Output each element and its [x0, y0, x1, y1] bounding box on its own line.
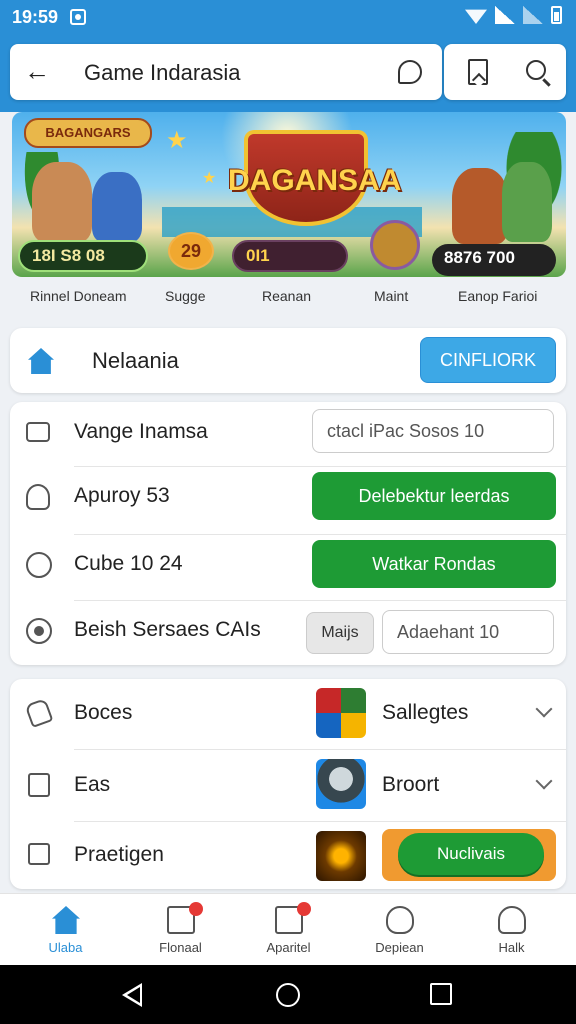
- list-item-label: Cube 10 24: [74, 552, 183, 575]
- list-item-link-button[interactable]: ctacl iPac Sosos 10: [312, 409, 554, 453]
- game-row[interactable]: Eas Broort: [10, 749, 566, 821]
- list-item-label: Vange Inamsa: [74, 420, 208, 443]
- banner-counter-center: 0I1: [232, 240, 348, 272]
- section-label: Nelaania: [92, 348, 179, 373]
- home-icon: [28, 348, 54, 374]
- game-title: Sallegtes: [382, 701, 469, 724]
- tag-icon: [24, 697, 54, 729]
- banner-caption: Eanop Farioi: [458, 288, 538, 304]
- character-right-2: [502, 162, 552, 242]
- list-item-label: Apuroy 53: [74, 484, 170, 507]
- status-time: 19:59: [12, 7, 59, 27]
- game-row[interactable]: Boces Sallegtes: [10, 679, 566, 749]
- signal-icon: [495, 6, 515, 24]
- clipboard-icon: [28, 773, 50, 797]
- notification-dot: [189, 902, 203, 916]
- list-item-green-button[interactable]: Delebektur leerdas: [312, 472, 556, 520]
- signal-secondary-icon: [523, 6, 543, 24]
- banner-title: DAGANSAA: [228, 164, 402, 197]
- clock-icon: [26, 552, 52, 578]
- list-item[interactable]: Cube 10 24 Watkar Rondas: [10, 534, 566, 598]
- game-title: Broort: [382, 773, 440, 796]
- wifi-icon: [465, 9, 487, 24]
- bag-icon: [28, 843, 50, 865]
- list-icon: [26, 422, 50, 442]
- game-row-label: Boces: [74, 701, 133, 724]
- list-item-label: Beish Sersaes CAIs: [74, 618, 261, 641]
- nav-item-profile[interactable]: Halk: [454, 894, 569, 966]
- banner-badge: 29: [168, 232, 214, 270]
- bookmark-icon[interactable]: [468, 59, 488, 85]
- promo-banner[interactable]: BAGANGARS ★ ★ DAGANSAA 18I S8 08 29 0I1 …: [12, 112, 566, 277]
- star-icon: ★: [166, 127, 188, 154]
- bottom-navigation: Ulaba Flonaal Aparitel Depiean Halk: [0, 893, 576, 965]
- section-card: Nelaania CINFLIORK: [10, 328, 566, 393]
- banner-caption: Sugge: [165, 288, 206, 304]
- options-card: Vange Inamsa ctacl iPac Sosos 10 Apuroy …: [10, 402, 566, 665]
- games-card: Boces Sallegtes Eas Broort Praetigen Nuc…: [10, 679, 566, 889]
- chevron-down-icon[interactable]: [535, 772, 553, 790]
- character-left-2: [92, 172, 142, 242]
- list-item[interactable]: Beish Sersaes CAIs Maijs Adaehant 10: [10, 600, 566, 664]
- nav-item-community[interactable]: Depiean: [342, 894, 457, 966]
- banner-caption: Reanan: [262, 288, 312, 304]
- list-item-chip[interactable]: Maijs: [306, 612, 374, 654]
- nav-item-list[interactable]: Flonaal: [123, 894, 238, 966]
- banner-counter-left: 18I S8 08: [18, 240, 148, 272]
- search-icon[interactable]: [526, 60, 546, 80]
- page-title: Game Indarasia: [84, 60, 241, 85]
- game-row-label: Eas: [74, 773, 111, 796]
- system-home-icon[interactable]: [276, 983, 300, 1007]
- notification-dot: [297, 902, 311, 916]
- character-left: [32, 162, 92, 242]
- activate-panel: Nuclivais: [382, 829, 556, 881]
- chevron-down-icon[interactable]: [535, 700, 553, 718]
- system-back-icon[interactable]: [122, 983, 142, 1007]
- nav-item-label: Ulaba: [48, 940, 83, 955]
- game-thumbnail: [316, 831, 366, 881]
- nav-item-home[interactable]: Ulaba: [8, 894, 123, 966]
- system-navigation-bar: [0, 965, 576, 1024]
- title-bar: ← Game Indarasia: [10, 44, 442, 100]
- header-actions: [444, 44, 566, 100]
- radio-icon[interactable]: [26, 618, 52, 644]
- status-icons: [465, 6, 562, 24]
- user-icon: [26, 484, 50, 510]
- banner-caption: Rinnel Doneam: [30, 288, 127, 304]
- list-item[interactable]: Apuroy 53 Delebektur leerdas: [10, 466, 566, 530]
- nav-item-label: Halk: [498, 940, 525, 955]
- section-action-button[interactable]: CINFLIORK: [420, 337, 556, 383]
- nav-item-label: Flonaal: [159, 940, 202, 955]
- banner-caption: Maint: [374, 288, 409, 304]
- list-item[interactable]: Vange Inamsa ctacl iPac Sosos 10: [10, 402, 566, 466]
- status-bar: 19:59: [0, 0, 576, 34]
- notification-icon: [70, 9, 86, 25]
- group-icon: [386, 906, 414, 934]
- game-thumbnail: [316, 688, 366, 738]
- activate-button[interactable]: Nuclivais: [398, 833, 544, 875]
- game-row-label: Praetigen: [74, 843, 164, 866]
- nav-item-orders[interactable]: Aparitel: [231, 894, 346, 966]
- banner-avatar-icon: [370, 220, 420, 270]
- list-item-green-button[interactable]: Watkar Rondas: [312, 540, 556, 588]
- star-icon: ★: [202, 170, 217, 187]
- voice-search-icon[interactable]: [398, 60, 422, 84]
- home-icon: [52, 906, 80, 934]
- nav-item-label: Depiean: [375, 940, 424, 955]
- battery-icon: [551, 6, 562, 24]
- system-recents-icon[interactable]: [430, 983, 452, 1005]
- banner-captions: Rinnel Doneam Sugge Reanan Maint Eanop F…: [0, 288, 576, 308]
- banner-logo: BAGANGARS: [24, 118, 152, 148]
- list-item-link-button[interactable]: Adaehant 10: [382, 610, 554, 654]
- back-arrow-icon[interactable]: ←: [24, 58, 50, 84]
- app-header: ← Game Indarasia: [0, 34, 576, 112]
- user-icon: [498, 906, 526, 934]
- character-right: [452, 168, 508, 244]
- game-thumbnail: [316, 759, 366, 809]
- nav-item-label: Aparitel: [266, 940, 311, 955]
- banner-counter-right: 8876 700: [432, 244, 556, 276]
- game-row[interactable]: Praetigen Nuclivais: [10, 821, 566, 889]
